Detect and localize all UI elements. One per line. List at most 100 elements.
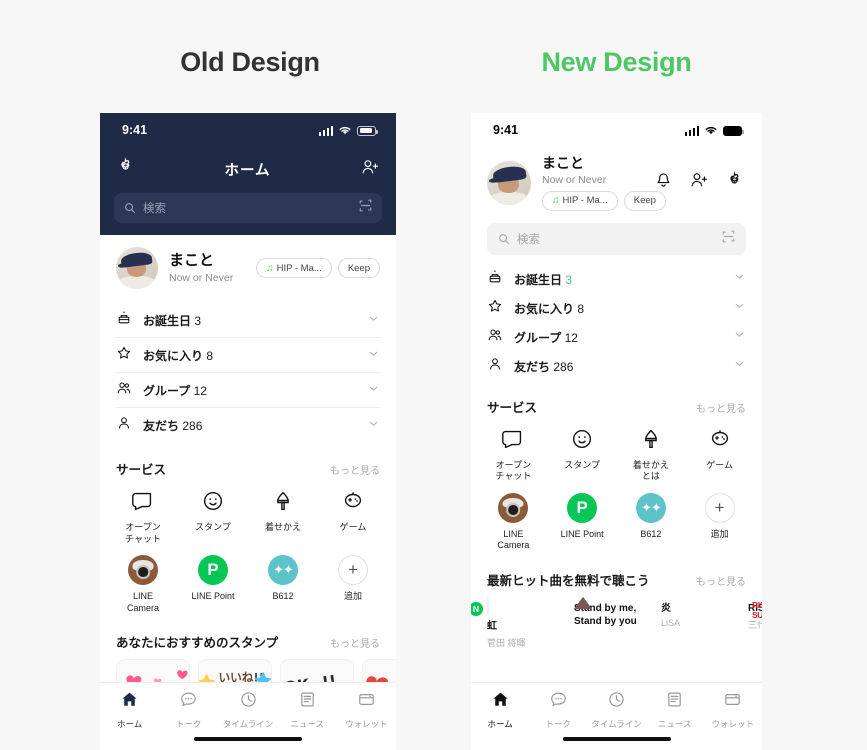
list-item-label: お気に入り 8 [514, 301, 585, 316]
cellular-signal-icon [318, 125, 333, 136]
line-point-icon: P [567, 492, 598, 523]
keep-pill[interactable]: Keep [337, 258, 380, 278]
music-card[interactable]: 炎 LiSA [661, 597, 739, 649]
music-section-header: 最新ヒット曲を無料で聴こう もっと見る [471, 558, 762, 597]
status-bar-time: 9:41 [122, 123, 148, 137]
old-header: 9:41 ホーム 検索 [100, 113, 396, 235]
keep-label: Keep [347, 262, 370, 274]
service-b612[interactable]: ✦✦ B612 [248, 555, 318, 614]
music-more-link[interactable]: もっと見る [696, 573, 746, 588]
services-more-link[interactable]: もっと見る [696, 400, 746, 415]
chevron-down-icon[interactable] [733, 357, 746, 375]
chevron-down-icon[interactable] [367, 312, 380, 330]
music-card[interactable]: RISING SUN RISING SU 三代目 J So [748, 597, 762, 649]
service-b612[interactable]: ✦✦ B612 [617, 492, 686, 552]
music-card-title: 虹 [487, 620, 497, 632]
search-placeholder: 検索 [517, 233, 540, 246]
search-icon [499, 233, 510, 244]
chevron-down-icon[interactable] [733, 328, 746, 346]
openchat-icon [128, 486, 158, 516]
profile-row[interactable]: まこと Now or Never ♫ HIP - Ma... Keep [100, 235, 396, 303]
tab-timeline[interactable]: タイムライン [587, 690, 645, 730]
chevron-down-icon[interactable] [367, 347, 380, 365]
smiley-sticker-icon [198, 486, 228, 516]
service-line-camera[interactable]: LINE Camera [108, 555, 178, 614]
page-title-new-design: New Design [541, 47, 692, 77]
service-line-point[interactable]: P LINE Point [548, 492, 617, 552]
tabs: ホーム トーク タイムライン ニュース ウォレット [100, 690, 396, 730]
search-input[interactable]: 検索 [114, 193, 382, 223]
list-item-label: お誕生日 3 [514, 272, 573, 287]
gear-icon[interactable] [725, 171, 744, 195]
qr-scan-icon[interactable] [722, 230, 735, 248]
bottom-tab-bar: ホーム トーク タイムライン ニュース ウォレット [471, 682, 762, 750]
tab-wallet[interactable]: ウォレット [704, 690, 762, 730]
tab-home[interactable]: ホーム [100, 690, 159, 730]
stickers-more-link[interactable]: もっと見る [330, 635, 380, 650]
service-theme[interactable]: 着せかえ [248, 486, 318, 545]
service-sticker[interactable]: スタンプ [178, 486, 248, 545]
home-icon [120, 690, 139, 714]
service-game[interactable]: ゲーム [318, 486, 388, 545]
plus-icon: + [338, 555, 368, 586]
list-item-favorites[interactable]: お気に入り 8 [100, 338, 396, 373]
list-item-favorites[interactable]: お気に入り 8 [471, 294, 762, 323]
gear-icon[interactable] [116, 157, 135, 181]
music-carousel[interactable]: N 虹 菅田 将暉 Stand by me, Stand by you 炎 Li… [471, 596, 762, 649]
person-icon [487, 356, 503, 377]
avatar[interactable] [487, 160, 531, 205]
service-theme[interactable]: 着せかえ とは [617, 424, 686, 483]
chevron-down-icon[interactable] [733, 299, 746, 317]
tab-talk[interactable]: トーク [159, 690, 218, 730]
service-line-point[interactable]: P LINE Point [178, 555, 248, 614]
chevron-down-icon[interactable] [367, 382, 380, 400]
avatar[interactable] [116, 247, 158, 289]
services-title: サービス [487, 400, 538, 415]
chevron-down-icon[interactable] [367, 417, 380, 435]
music-status-label: HIP - Ma... [562, 195, 608, 207]
service-add[interactable]: + 追加 [318, 555, 388, 614]
service-openchat[interactable]: オープン チャット [479, 424, 548, 483]
list-item-birthday[interactable]: お誕生日 3 [471, 265, 762, 294]
nav-title: ホーム [224, 162, 271, 179]
tab-wallet[interactable]: ウォレット [337, 690, 396, 730]
old-content: まこと Now or Never ♫ HIP - Ma... Keep お誕生日… [100, 235, 396, 734]
bell-icon[interactable] [654, 171, 673, 195]
old-design-phone-mockup: 9:41 ホーム 検索 まこと Now or Never ♫ HIP - Ma.… [100, 113, 396, 750]
service-line-camera[interactable]: LINE Camera [479, 492, 548, 552]
music-card[interactable]: N 虹 菅田 将暉 [471, 596, 565, 649]
service-add[interactable]: + 追加 [685, 492, 754, 552]
tab-timeline[interactable]: タイムライン [218, 690, 277, 730]
list-item-groups[interactable]: グループ 12 [471, 323, 762, 352]
service-sticker[interactable]: スタンプ [548, 424, 617, 483]
tab-home[interactable]: ホーム [471, 690, 529, 730]
profile-row[interactable]: まこと Now or Never ♫ HIP - Ma... Keep [471, 147, 762, 221]
list-item-birthday[interactable]: お誕生日 3 [100, 303, 396, 338]
list-item-label: グループ 12 [143, 384, 207, 398]
add-friend-icon[interactable] [360, 157, 380, 182]
music-status-pill[interactable]: ♫ HIP - Ma... [542, 190, 618, 211]
tab-news[interactable]: ニュース [646, 690, 704, 730]
plus-icon: + [704, 492, 735, 523]
services-section-header: サービス もっと見る [100, 447, 396, 486]
service-game[interactable]: ゲーム [685, 424, 754, 483]
music-status-pill[interactable]: ♫ HIP - Ma... [256, 258, 332, 278]
service-label: スタンプ [564, 459, 600, 470]
group-icon [487, 327, 503, 348]
services-more-link[interactable]: もっと見る [330, 462, 380, 477]
tab-talk[interactable]: トーク [529, 690, 587, 730]
list-item-groups[interactable]: グループ 12 [100, 373, 396, 408]
services-grid: オープン チャット スタンプ 着せかえ とは ゲーム LINE Camera P… [471, 424, 762, 558]
music-card[interactable]: Stand by me, Stand by you [574, 596, 652, 649]
status-bar: 9:41 [471, 113, 762, 147]
album-art-rainbow[interactable]: N [471, 596, 489, 616]
search-input[interactable]: 検索 [487, 222, 746, 255]
tab-news[interactable]: ニュース [278, 690, 337, 730]
wallet-icon [357, 690, 376, 714]
list-item-friends[interactable]: 友だち 286 [471, 352, 762, 381]
add-friend-icon[interactable] [689, 170, 709, 195]
qr-scan-icon[interactable] [359, 199, 372, 217]
chevron-down-icon[interactable] [733, 270, 746, 288]
list-item-friends[interactable]: 友だち 286 [100, 408, 396, 443]
service-openchat[interactable]: オープン チャット [108, 486, 178, 545]
